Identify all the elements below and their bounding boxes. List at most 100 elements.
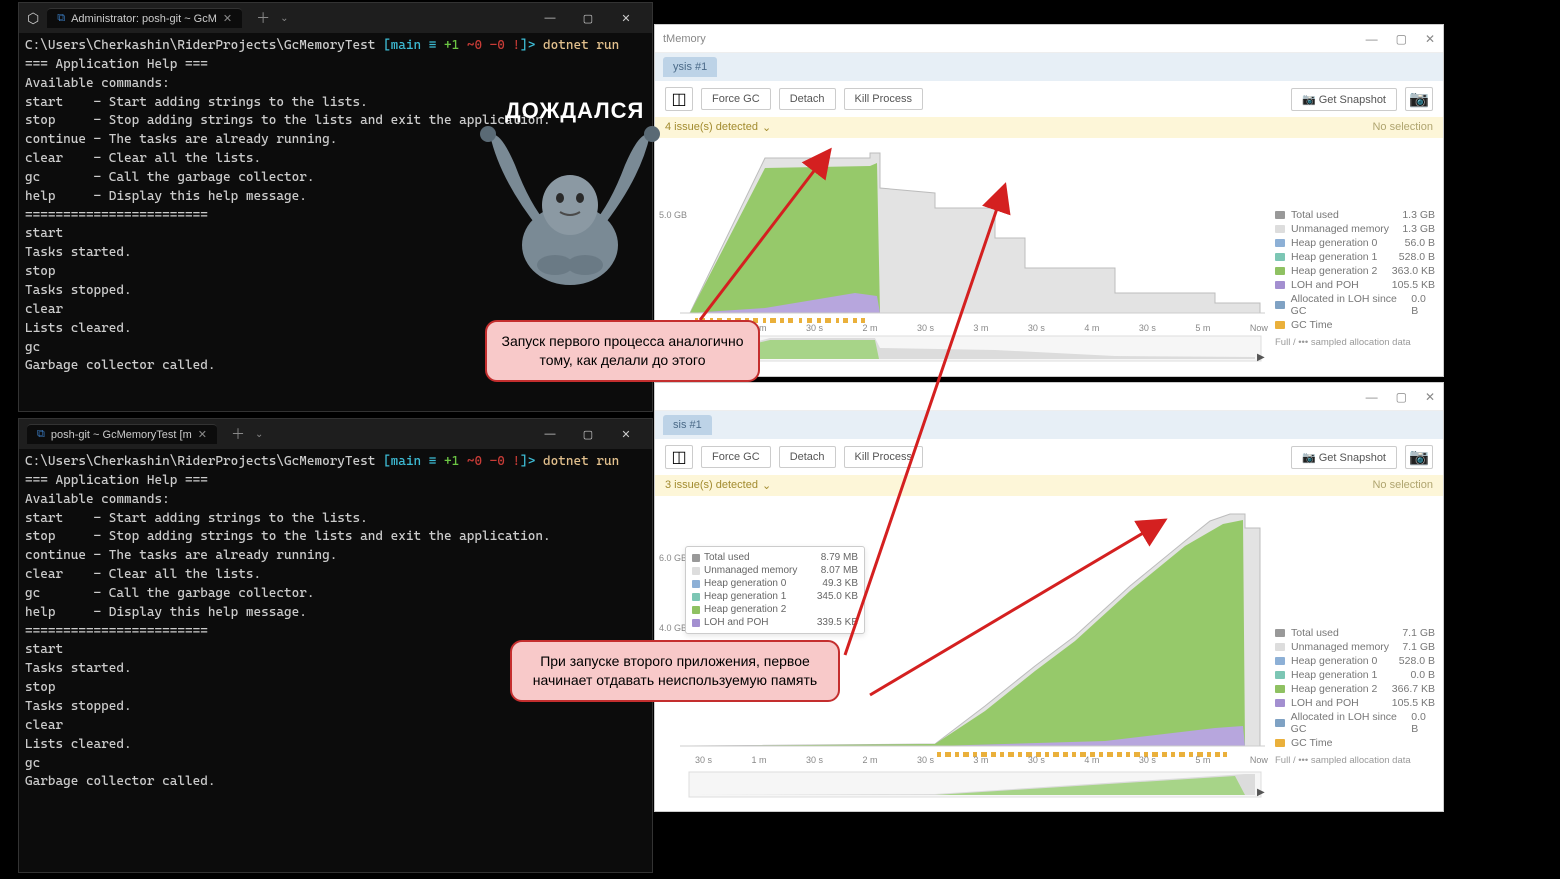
new-tab-button[interactable]: ＋ [225, 424, 251, 444]
tick: 3 m [973, 755, 988, 765]
get-snapshot-button[interactable]: 📷 Get Snapshot [1291, 88, 1397, 111]
tick: 30 s [806, 323, 823, 333]
output-line: ======================== [25, 624, 208, 639]
terminal-titlebar: ⧉ posh-git ~ GcMemoryTest [m ✕ ＋ ⌄ — ▢ ✕ [19, 419, 652, 449]
output-line: Tasks stopped. [25, 283, 132, 298]
legend-value: 7.1 GB [1402, 627, 1435, 639]
legend-value: 528.0 B [1399, 655, 1435, 667]
tooltip-value: 339.5 KB [805, 617, 858, 628]
window-title: tMemory [663, 33, 706, 45]
legend-value: 56.0 B [1405, 237, 1435, 249]
kill-process-button[interactable]: Kill Process [844, 88, 923, 110]
issues-bar[interactable]: 3 issue(s) detected ⌄ No selection [655, 475, 1443, 496]
output-line: clear - Clear all the lists. [25, 151, 261, 166]
legend-label: LOH and POH [1291, 697, 1359, 709]
svg-text:▶: ▶ [1257, 787, 1265, 798]
chevron-down-icon[interactable]: ⌄ [280, 13, 288, 24]
svg-text:6.0 GB: 6.0 GB [659, 553, 687, 563]
minimize-button[interactable]: — [1366, 32, 1378, 46]
issues-count: 3 issue(s) detected [665, 479, 758, 492]
output-line: gc - Call the garbage collector. [25, 586, 314, 601]
output-line: ======================== [25, 208, 208, 223]
minimize-button[interactable]: — [532, 12, 568, 25]
close-button[interactable]: ✕ [608, 12, 644, 25]
tab-analysis[interactable]: sis #1 [663, 415, 712, 435]
force-gc-button[interactable]: Force GC [701, 446, 771, 468]
legend-label: Heap generation 1 [1291, 251, 1377, 263]
output-line: gc - Call the garbage collector. [25, 170, 314, 185]
chevron-down-icon[interactable]: ⌄ [255, 429, 263, 440]
close-icon[interactable]: ✕ [198, 428, 207, 441]
tick: 30 s [695, 755, 712, 765]
close-button[interactable]: ✕ [608, 428, 644, 441]
window-titlebar: tMemory — ▢ ✕ [655, 25, 1443, 53]
legend-value: 1.3 GB [1402, 223, 1435, 235]
dotmemory-window-2: — ▢ ✕ sis #1 ◫ Force GC Detach Kill Proc… [654, 382, 1444, 812]
callout-1: Запуск первого процесса аналогично тому,… [485, 320, 760, 382]
legend-value: 528.0 B [1399, 251, 1435, 263]
toolbar: ◫ Force GC Detach Kill Process 📷 Get Sna… [655, 81, 1443, 117]
output-line: Available commands: [25, 76, 170, 91]
tick: 1 m [751, 755, 766, 765]
detach-button[interactable]: Detach [779, 88, 836, 110]
maximize-button[interactable]: ▢ [570, 428, 606, 441]
tooltip-label: Heap generation 2 [704, 604, 786, 615]
output-line: clear - Clear all the lists. [25, 567, 261, 582]
tooltip-label: Unmanaged memory [704, 565, 797, 576]
detach-button[interactable]: Detach [779, 446, 836, 468]
close-icon[interactable]: ✕ [223, 12, 232, 25]
output-line: clear [25, 302, 63, 317]
camera-settings-icon[interactable]: 📷 [1405, 87, 1433, 111]
terminal-output[interactable]: C:\Users\Cherkashin\RiderProjects\GcMemo… [19, 449, 652, 796]
issues-bar[interactable]: 4 issue(s) detected⌄ No selection [655, 117, 1443, 138]
get-snapshot-button[interactable]: 📷 Get Snapshot [1291, 446, 1397, 469]
output-line: stop [25, 264, 55, 279]
minimize-button[interactable]: — [532, 428, 568, 441]
maximize-button[interactable]: ▢ [1396, 32, 1407, 46]
terminal-tab[interactable]: ⧉ Administrator: posh-git ~ GcM ✕ [47, 8, 242, 28]
output-line: Lists cleared. [25, 737, 132, 752]
legend-label: GC Time [1291, 737, 1332, 749]
no-selection-text: No selection [1372, 479, 1433, 492]
terminal-tab[interactable]: ⧉ posh-git ~ GcMemoryTest [m ✕ [27, 424, 217, 444]
output-line: Available commands: [25, 492, 170, 507]
tab-analysis[interactable]: ysis #1 [663, 57, 717, 77]
kill-process-button[interactable]: Kill Process [844, 446, 923, 468]
chevron-down-icon: ⌄ [762, 479, 771, 492]
tick: 30 s [917, 323, 934, 333]
minimize-button[interactable]: — [1366, 390, 1378, 404]
output-line: start [25, 226, 63, 241]
terminal-tab-title: posh-git ~ GcMemoryTest [m [51, 429, 192, 441]
output-line: help - Display this help message. [25, 189, 307, 204]
toolbar: ◫ Force GC Detach Kill Process 📷 Get Sna… [655, 439, 1443, 475]
output-line: gc [25, 340, 40, 355]
output-line: start - Start adding strings to the list… [25, 511, 368, 526]
legend-value: 366.7 KB [1392, 683, 1435, 695]
close-button[interactable]: ✕ [1425, 32, 1435, 46]
camera-settings-icon[interactable]: 📷 [1405, 445, 1433, 469]
legend-value: 0.0 B [1411, 293, 1435, 317]
legend-value: 0.0 B [1410, 669, 1435, 681]
memory-chart[interactable]: 5.0 GB ▶ 30 s1 m30 s2 m30 s3 m30 s4 m30 … [655, 138, 1443, 363]
close-button[interactable]: ✕ [1425, 390, 1435, 404]
force-gc-button[interactable]: Force GC [701, 88, 771, 110]
maximize-button[interactable]: ▢ [1396, 390, 1407, 404]
tick: 2 m [862, 755, 877, 765]
legend-label: Heap generation 2 [1291, 683, 1377, 695]
tick: Now [1250, 755, 1268, 765]
new-tab-button[interactable]: ＋ [250, 8, 276, 28]
tick: 4 m [1084, 323, 1099, 333]
terminal-titlebar: ⬡ ⧉ Administrator: posh-git ~ GcM ✕ ＋ ⌄ … [19, 3, 652, 33]
tooltip-label: Total used [704, 552, 750, 563]
maximize-button[interactable]: ▢ [570, 12, 606, 25]
tick: 30 s [806, 755, 823, 765]
legend-label: Heap generation 1 [1291, 669, 1377, 681]
window-titlebar: — ▢ ✕ [655, 383, 1443, 411]
legend-value: 1.3 GB [1402, 209, 1435, 221]
chart-legend: Total used7.1 GB Unmanaged memory7.1 GB … [1275, 626, 1435, 767]
output-line: Garbage collector called. [25, 358, 215, 373]
chart-mode-icon[interactable]: ◫ [665, 87, 693, 111]
chart-mode-icon[interactable]: ◫ [665, 445, 693, 469]
legend-value: 105.5 KB [1392, 697, 1435, 709]
output-line: start [25, 642, 63, 657]
